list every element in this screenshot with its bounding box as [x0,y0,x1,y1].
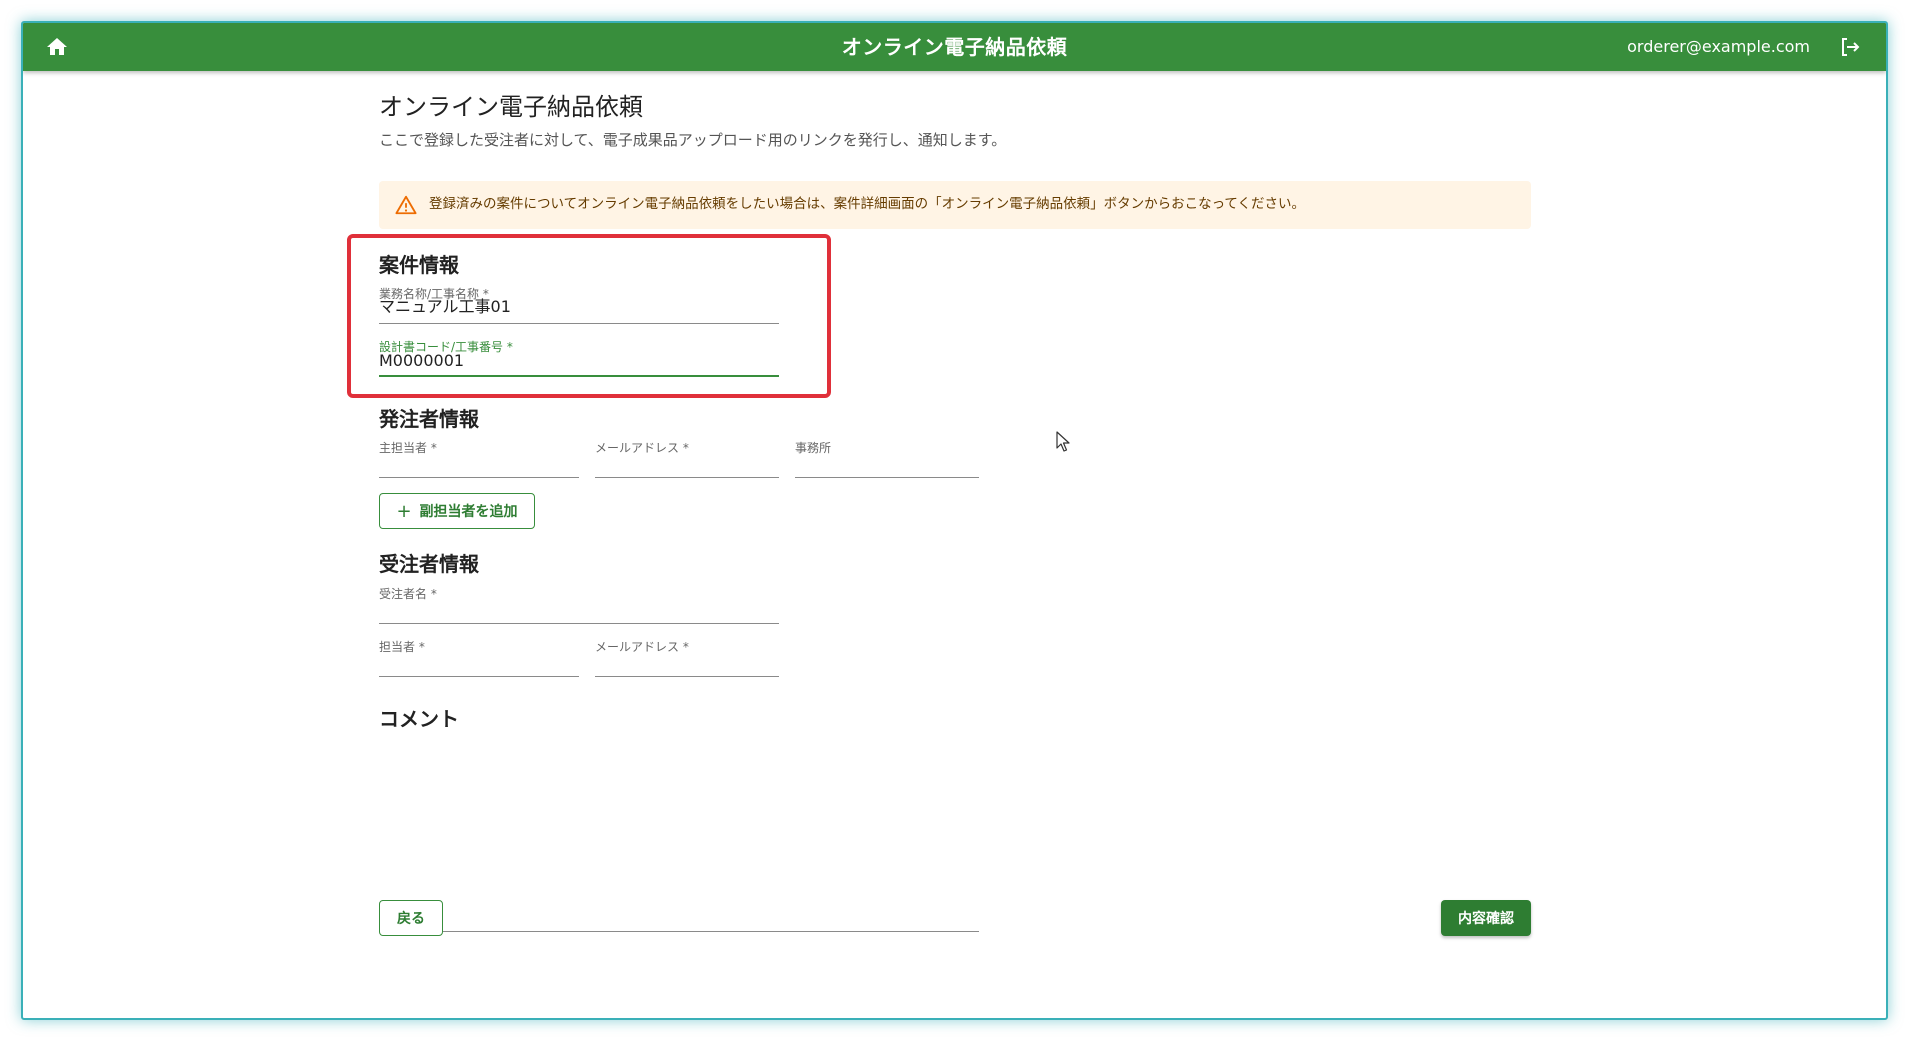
add-sub-person-label: 副担当者を追加 [419,504,518,520]
add-sub-person-button[interactable]: + 副担当者を追加 [379,493,535,529]
page-description: ここで登録した受注者に対して、電子成果品アップロード用のリンクを発行し、通知しま… [379,131,1007,149]
confirm-button[interactable]: 内容確認 [1441,900,1531,936]
contractor-name-label: 受注者名 * [379,587,437,601]
warning-icon [395,195,417,215]
mouse-cursor-icon [1056,431,1070,452]
back-button[interactable]: 戻る [379,900,443,936]
app-window: オンライン電子納品依頼 orderer@example.com オンライン電子納… [21,21,1888,1020]
user-email: orderer@example.com [1627,37,1810,56]
logout-button[interactable] [1838,35,1862,59]
plus-icon: + [396,500,412,522]
orderer-email-field[interactable]: メールアドレス * [595,439,779,478]
contractor-person-label: 担当者 * [379,640,425,654]
contractor-email-field[interactable]: メールアドレス * [595,638,779,677]
logout-icon [1842,38,1860,56]
app-bar-title: オンライン電子納品依頼 [841,35,1068,59]
highlight-box [347,234,831,398]
orderer-email-label: メールアドレス * [595,441,689,455]
page-title: オンライン電子納品依頼 [379,93,643,121]
contractor-person-field[interactable]: 担当者 * [379,638,579,677]
office-label: 事務所 [795,441,832,455]
main-person-field[interactable]: 主担当者 * [379,439,579,478]
comment-title: コメント [379,707,459,731]
contractor-info-title: 受注者情報 [379,552,479,576]
main-person-label: 主担当者 * [379,441,437,455]
alert-text: 登録済みの案件についてオンライン電子納品依頼をしたい場合は、案件詳細画面の「オン… [429,196,1306,212]
contractor-name-field[interactable]: 受注者名 * [379,585,779,624]
orderer-info-title: 発注者情報 [379,407,479,431]
contractor-email-label: メールアドレス * [595,640,689,654]
comment-input[interactable] [379,771,979,932]
app-bar: オンライン電子納品依頼 orderer@example.com [23,23,1886,71]
office-field[interactable]: 事務所 [795,439,979,478]
warning-alert: 登録済みの案件についてオンライン電子納品依頼をしたい場合は、案件詳細画面の「オン… [379,181,1531,229]
